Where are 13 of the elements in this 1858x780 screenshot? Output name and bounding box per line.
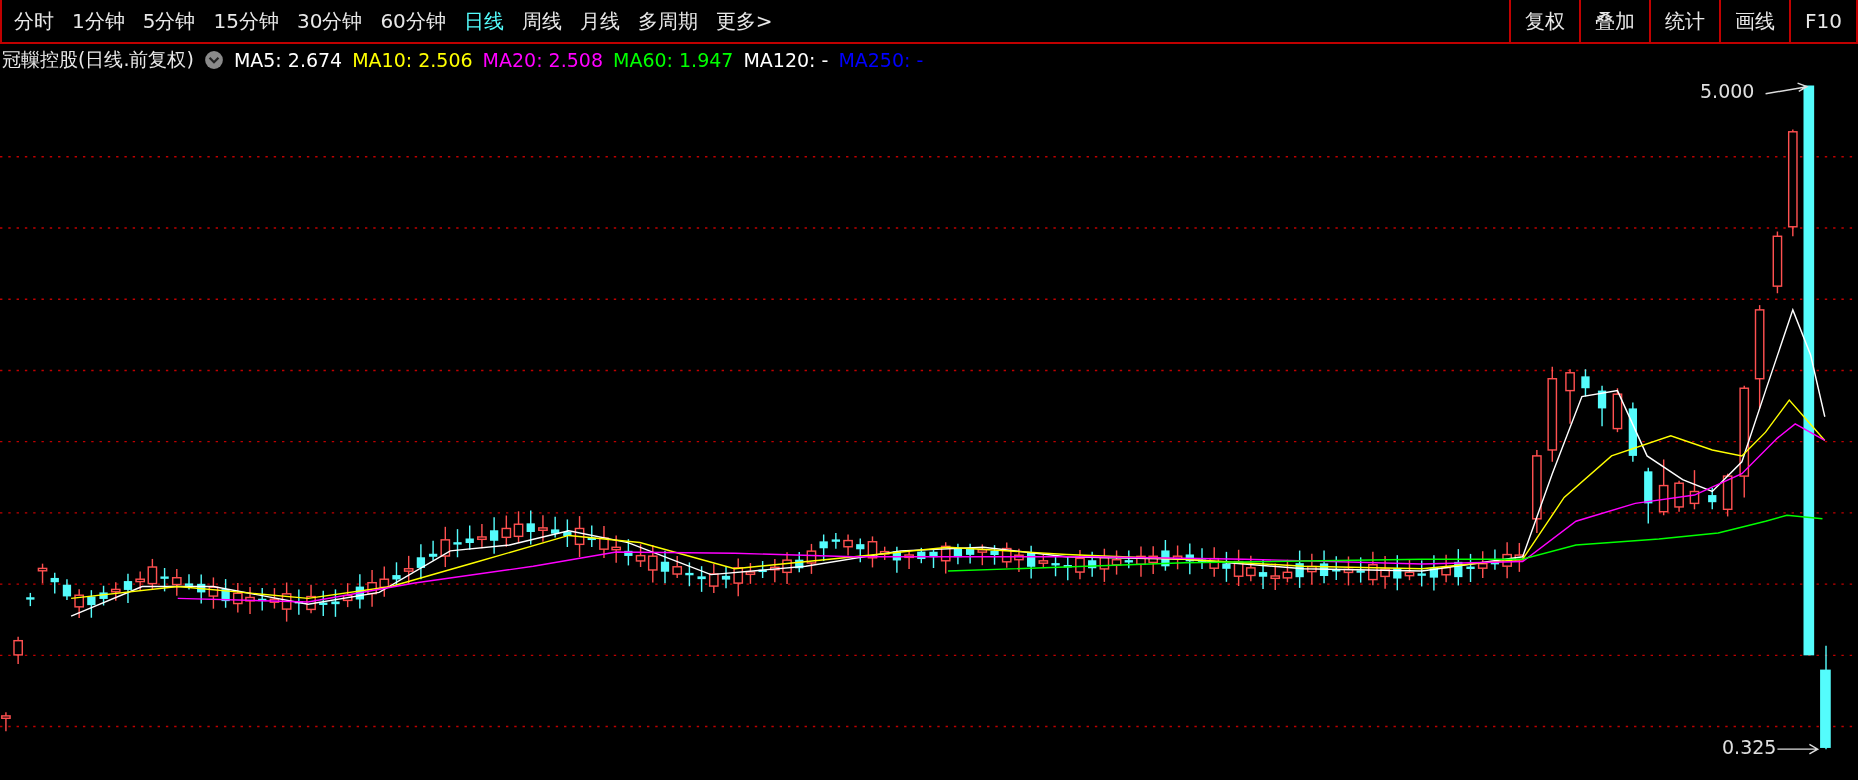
moving-average-value: MA120: - [743,49,829,71]
moving-average-value: MA60: 1.947 [613,49,734,71]
price-label: 5.000 [1700,80,1755,102]
chart-title: 冠轈控股(日线.前复权) [2,47,194,72]
moving-average-value: MA250: - [838,49,924,71]
arrow-icon [1776,743,1820,755]
toolbar-button[interactable]: F10 [1789,0,1858,42]
arrow-icon [1764,82,1809,95]
dropdown-icon[interactable] [203,50,224,70]
moving-average-value: MA5: 2.674 [233,49,343,71]
moving-average-value: MA10: 2.506 [352,49,473,71]
price-label: 0.325 [1722,736,1777,758]
moving-average-value: MA20: 2.508 [482,49,603,71]
